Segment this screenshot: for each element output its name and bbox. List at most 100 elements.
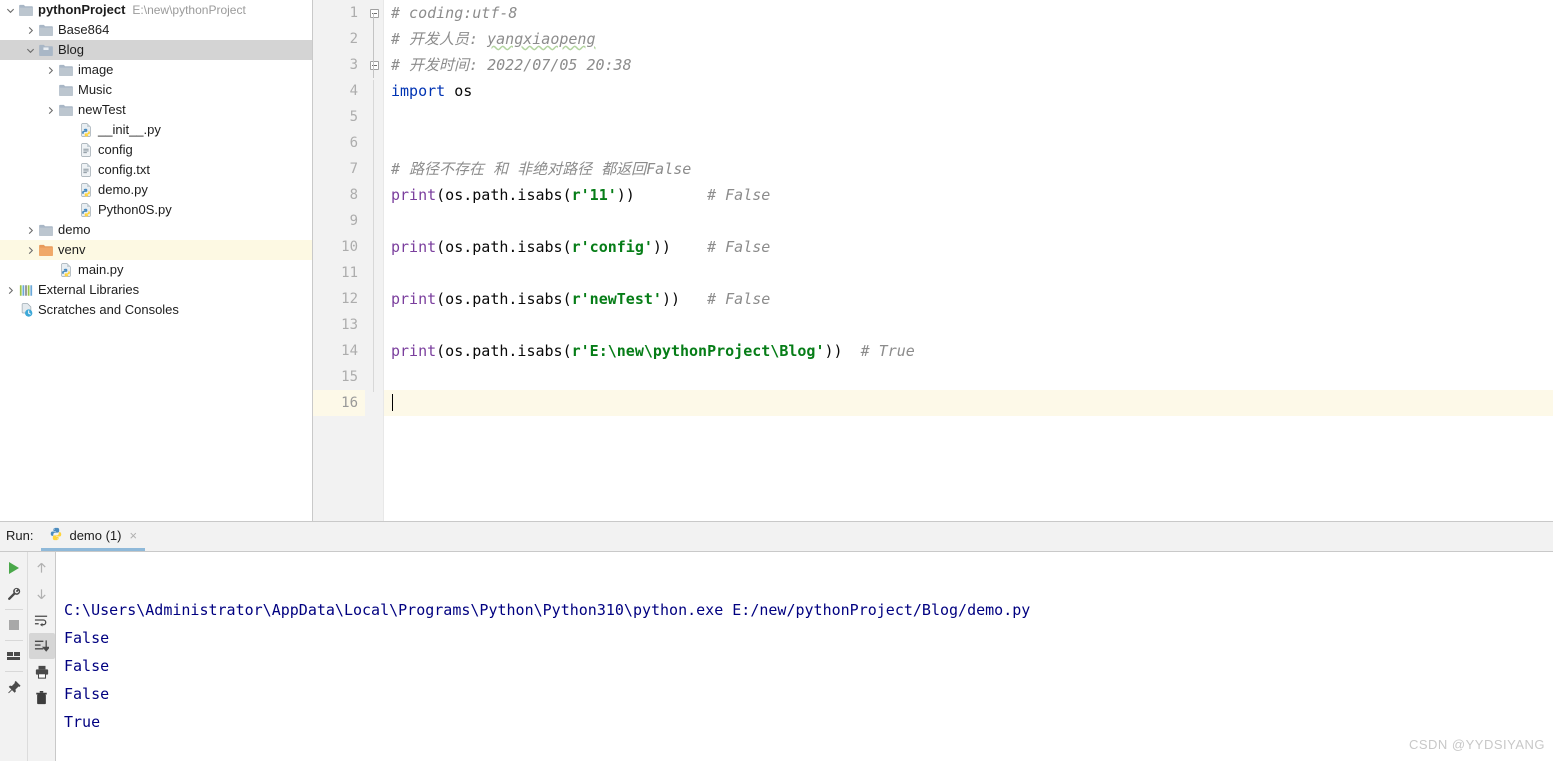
project-tool-window[interactable]: pythonProject E:\new\pythonProject Base864… bbox=[0, 0, 313, 521]
stop-button[interactable] bbox=[1, 612, 27, 638]
code-lines[interactable]: # coding:utf-8 # 开发人员: yangxiaopeng # 开发时间… bbox=[383, 0, 1553, 521]
code-token-fn: print bbox=[391, 290, 437, 308]
code-line[interactable]: # coding:utf-8 bbox=[384, 0, 1553, 26]
chevron-down-icon[interactable] bbox=[24, 42, 37, 58]
tree-item-music[interactable]: Music bbox=[0, 80, 312, 100]
code-line[interactable]: print(os.path.isabs(r'newTest')) # False bbox=[384, 286, 1553, 312]
text-file-icon bbox=[77, 162, 95, 178]
settings-button[interactable] bbox=[1, 581, 27, 607]
chevron-right-icon[interactable] bbox=[24, 22, 37, 38]
console-toolbar[interactable] bbox=[27, 552, 55, 761]
soft-wrap-button[interactable] bbox=[29, 607, 55, 633]
editor-code-area[interactable]: 1 2 3 4 5 6 7 8 9 10 11 12 13 14 15 16 # coding:utf-8 # … bbox=[313, 0, 1553, 521]
tree-item-venv[interactable]: venv bbox=[0, 240, 312, 260]
run-left-toolbar[interactable] bbox=[0, 552, 27, 761]
code-line[interactable] bbox=[384, 390, 1553, 416]
chevron-down-icon[interactable] bbox=[4, 2, 17, 18]
tree-item-newtest[interactable]: newTest bbox=[0, 100, 312, 120]
code-token-comment: # 路径不存在 和 非绝对路径 都返回False bbox=[391, 160, 692, 178]
chevron-right-icon[interactable] bbox=[44, 62, 57, 78]
tree-item-blog[interactable]: Blog bbox=[0, 40, 312, 60]
tree-item-main-py[interactable]: main.py bbox=[0, 260, 312, 280]
code-line[interactable]: print(os.path.isabs(r'11')) # False bbox=[384, 182, 1553, 208]
layout-button[interactable] bbox=[1, 643, 27, 669]
close-icon[interactable]: × bbox=[130, 528, 138, 543]
print-button[interactable] bbox=[29, 659, 55, 685]
python-file-icon bbox=[49, 527, 63, 544]
fold-gutter[interactable] bbox=[365, 0, 383, 521]
folder-icon bbox=[57, 82, 75, 98]
code-line[interactable]: import os bbox=[384, 78, 1553, 104]
python-file-icon bbox=[77, 122, 95, 138]
code-line[interactable] bbox=[384, 364, 1553, 390]
code-token-keyword: import bbox=[391, 82, 446, 100]
run-tool-window[interactable]: Run: demo (1) × C:\Users\Administrator\A… bbox=[0, 521, 1553, 761]
tree-item-scratches-and-consoles[interactable]: Scratches and Consoles bbox=[0, 300, 312, 320]
code-token-plain: )) bbox=[652, 238, 671, 256]
code-line[interactable]: # 开发人员: yangxiaopeng bbox=[384, 26, 1553, 52]
code-fold-toggle[interactable] bbox=[365, 0, 383, 26]
tree-item-demo-py[interactable]: demo.py bbox=[0, 180, 312, 200]
run-panel-label: Run: bbox=[6, 528, 34, 543]
code-token-fn: print bbox=[391, 186, 437, 204]
tree-item-label: __init__.py bbox=[98, 122, 161, 137]
tree-item-label: config.txt bbox=[98, 162, 151, 177]
tree-item-image[interactable]: image bbox=[0, 60, 312, 80]
run-tab-bar[interactable]: Run: demo (1) × bbox=[0, 522, 1553, 552]
code-token-string: r'11' bbox=[571, 186, 617, 204]
tree-item-label: main.py bbox=[78, 262, 124, 277]
code-token-comment-typo: yangxiaopeng bbox=[487, 30, 596, 48]
chevron-right-icon[interactable] bbox=[44, 102, 57, 118]
tree-item-config[interactable]: config bbox=[0, 140, 312, 160]
scroll-to-end-button[interactable] bbox=[28, 633, 55, 659]
tree-item-label: Music bbox=[78, 82, 112, 97]
folder-icon bbox=[17, 2, 35, 18]
run-tab-demo[interactable]: demo (1) × bbox=[41, 522, 146, 551]
pin-button[interactable] bbox=[1, 674, 27, 700]
code-line[interactable]: # 开发时间: 2022/07/05 20:38 bbox=[384, 52, 1553, 78]
tree-item-demo[interactable]: demo bbox=[0, 220, 312, 240]
code-line[interactable]: # 路径不存在 和 非绝对路径 都返回False bbox=[384, 156, 1553, 182]
tree-item-label: newTest bbox=[78, 102, 126, 117]
tree-item-label: config bbox=[98, 142, 133, 157]
code-line[interactable]: print(os.path.isabs(r'config')) # False bbox=[384, 234, 1553, 260]
chevron-right-icon[interactable] bbox=[4, 282, 17, 298]
code-line[interactable] bbox=[384, 260, 1553, 286]
line-number-gutter[interactable]: 1 2 3 4 5 6 7 8 9 10 11 12 13 14 15 16 bbox=[313, 0, 383, 521]
code-token-plain: )) bbox=[824, 342, 843, 360]
folder-icon bbox=[37, 222, 55, 238]
code-editor[interactable]: 1 2 3 4 5 6 7 8 9 10 11 12 13 14 15 16 # coding:utf-8 # … bbox=[313, 0, 1553, 521]
code-token-plain: os bbox=[445, 82, 473, 100]
tree-item-label: External Libraries bbox=[38, 282, 140, 297]
tree-item-base864[interactable]: Base864 bbox=[0, 20, 312, 40]
project-tree[interactable]: pythonProject E:\new\pythonProject Base864… bbox=[0, 0, 312, 320]
arrow-down-button[interactable] bbox=[29, 581, 55, 607]
tree-item-config-txt[interactable]: config.txt bbox=[0, 160, 312, 180]
tree-item--init-py[interactable]: __init__.py bbox=[0, 120, 312, 140]
tree-item-label: Blog bbox=[58, 42, 85, 57]
folder-icon bbox=[57, 102, 75, 118]
code-line[interactable] bbox=[384, 312, 1553, 338]
code-line[interactable] bbox=[384, 104, 1553, 130]
chevron-right-icon[interactable] bbox=[24, 222, 37, 238]
tree-item-python0s-py[interactable]: Python0S.py bbox=[0, 200, 312, 220]
clear-button[interactable] bbox=[29, 685, 55, 711]
chevron-right-icon[interactable] bbox=[24, 242, 37, 258]
code-fold-toggle[interactable] bbox=[365, 52, 383, 78]
code-line[interactable] bbox=[384, 130, 1553, 156]
arrow-up-button[interactable] bbox=[29, 555, 55, 581]
code-token-comment: # False bbox=[634, 186, 771, 204]
code-line[interactable] bbox=[384, 208, 1553, 234]
code-token-plain: (os.path.isabs( bbox=[436, 238, 572, 256]
project-root-path: E:\new\pythonProject bbox=[132, 3, 246, 17]
tree-item-root[interactable]: pythonProject E:\new\pythonProject bbox=[0, 0, 312, 20]
libraries-icon bbox=[17, 282, 35, 298]
rerun-button[interactable] bbox=[1, 555, 27, 581]
code-line[interactable]: print(os.path.isabs(r'E:\new\pythonProje… bbox=[384, 338, 1553, 364]
tree-item-external-libraries[interactable]: External Libraries bbox=[0, 280, 312, 300]
folder-icon bbox=[37, 22, 55, 38]
console-output[interactable]: C:\Users\Administrator\AppData\Local\Pro… bbox=[55, 552, 1553, 761]
console-line: False bbox=[64, 657, 110, 675]
text-file-icon bbox=[77, 142, 95, 158]
text-caret bbox=[392, 394, 393, 411]
